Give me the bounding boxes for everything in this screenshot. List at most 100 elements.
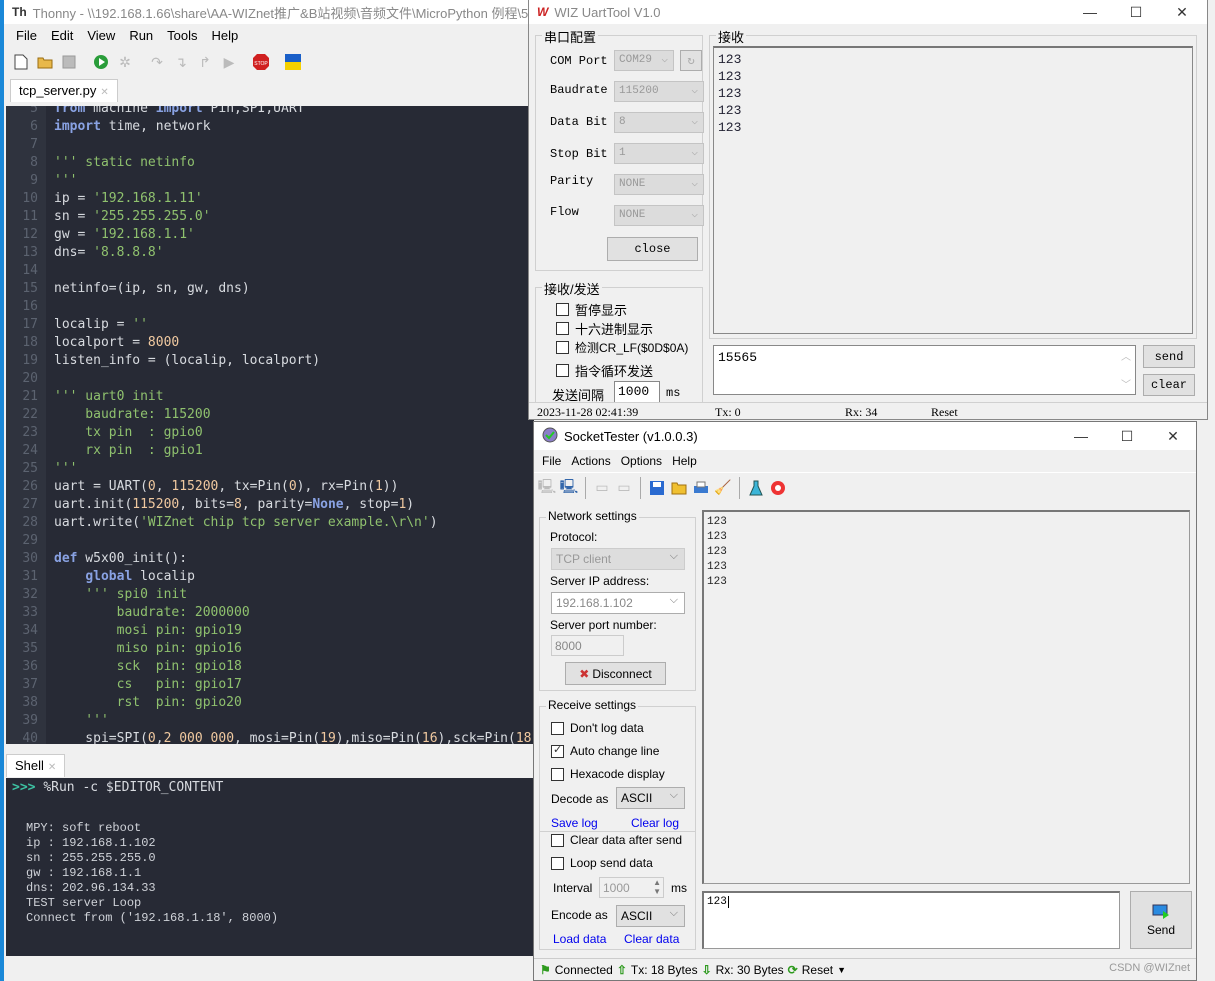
close-tab-icon[interactable]: ✕ xyxy=(48,762,56,773)
debug-icon[interactable]: ✲ xyxy=(116,53,134,71)
stop-send-icon[interactable]: ▭ xyxy=(615,479,633,497)
help-lifebuoy-icon[interactable] xyxy=(769,479,787,497)
close-tab-icon[interactable]: ✕ xyxy=(100,87,108,98)
save-icon[interactable] xyxy=(648,479,666,497)
new-file-icon[interactable] xyxy=(12,53,30,71)
detect-crlf-checkbox[interactable]: 检测CR_LF($0D$0A) xyxy=(556,339,688,356)
line-number: 10 xyxy=(22,191,38,206)
flow-select[interactable]: NONE xyxy=(614,205,704,226)
send-toolbar-icon[interactable]: ▭ xyxy=(593,479,611,497)
port-input[interactable]: 8000 xyxy=(551,635,624,656)
protocol-select[interactable]: TCP client xyxy=(551,548,685,570)
flow-label: Flow xyxy=(550,205,579,219)
disconnect-icon[interactable]: 🖳 xyxy=(560,478,579,497)
menu-help[interactable]: Help xyxy=(206,28,247,43)
close-port-button[interactable]: close xyxy=(607,237,698,261)
print-icon[interactable] xyxy=(692,479,710,497)
menu-run[interactable]: Run xyxy=(123,28,161,43)
open-file-icon[interactable] xyxy=(36,53,54,71)
sock-receive-area[interactable]: 123 123 123 123 123 xyxy=(702,510,1190,884)
close-icon[interactable]: ✕ xyxy=(1159,0,1205,24)
save-icon[interactable] xyxy=(60,53,78,71)
scroll-down-icon[interactable]: ﹀ xyxy=(1121,376,1131,392)
menu-file[interactable]: File xyxy=(540,454,569,468)
stop-icon[interactable]: STOP xyxy=(252,53,270,71)
refresh-port-button[interactable]: ↻ xyxy=(680,50,702,71)
stopbit-select[interactable]: 1 xyxy=(614,143,704,164)
interval-input[interactable]: 1000 ▲ ▼ xyxy=(599,877,664,898)
close-icon[interactable]: ✕ xyxy=(1150,422,1196,450)
uart-send-input[interactable]: 15565 ︿ ﹀ xyxy=(713,345,1136,395)
status-tx: Tx: 0 xyxy=(715,405,741,419)
run-icon[interactable] xyxy=(92,53,110,71)
menu-help[interactable]: Help xyxy=(670,454,705,468)
open-folder-icon[interactable] xyxy=(670,479,688,497)
status-reset[interactable]: Reset xyxy=(931,405,958,420)
reset-icon: ⟳ xyxy=(787,962,798,977)
line-number: 15 xyxy=(22,281,38,296)
test-flask-icon[interactable] xyxy=(747,479,765,497)
minimize-icon[interactable]: — xyxy=(1067,0,1113,24)
code-line: 30 def w5x00_init(): xyxy=(6,550,534,568)
tab-tcp-server[interactable]: tcp_server.py ✕ xyxy=(10,79,118,102)
receive-send-group: 接收/发送 暂停显示 十六进制显示 检测CR_LF($0D$0A) 指令循环发送… xyxy=(535,279,703,403)
hexacode-checkbox[interactable]: Hexacode display xyxy=(551,767,665,781)
com-port-select[interactable]: COM29 xyxy=(614,50,674,71)
reset-dropdown-icon[interactable]: ▼ xyxy=(837,965,846,975)
interval-input[interactable]: 1000 xyxy=(614,381,660,403)
load-data-link[interactable]: Load data xyxy=(553,932,606,946)
auto-change-line-checkbox[interactable]: Auto change line xyxy=(551,743,659,758)
baudrate-select[interactable]: 115200 xyxy=(614,81,704,102)
sock-send-input[interactable]: 123 xyxy=(702,891,1120,949)
status-reset[interactable]: Reset xyxy=(802,963,833,977)
parity-select[interactable]: NONE xyxy=(614,174,704,195)
menu-view[interactable]: View xyxy=(81,28,123,43)
sock-send-button[interactable]: Send xyxy=(1130,891,1192,949)
code-line: 32 ''' spi0 init xyxy=(6,586,534,604)
loop-send-checkbox[interactable]: 指令循环发送 xyxy=(556,361,653,380)
menu-tools[interactable]: Tools xyxy=(161,28,205,43)
clear-log-link[interactable]: Clear log xyxy=(631,816,679,830)
decode-select[interactable]: ASCII xyxy=(616,787,685,809)
pause-display-checkbox[interactable]: 暂停显示 xyxy=(556,300,627,319)
code-line: 37 cs pin: gpio17 xyxy=(6,676,534,694)
clear-after-send-checkbox[interactable]: Clear data after send xyxy=(551,833,682,847)
spinner-icon[interactable]: ▲ ▼ xyxy=(653,878,661,896)
scroll-up-icon[interactable]: ︿ xyxy=(1121,348,1131,364)
code-text: def w5x00_init(): xyxy=(54,551,188,566)
shell-console[interactable]: >>> %Run -c $EDITOR_CONTENT MPY: soft re… xyxy=(6,778,534,956)
code-text: gw = '192.168.1.1' xyxy=(54,227,195,242)
uart-receive-area[interactable]: 123 123 123 123 123 xyxy=(713,46,1193,334)
clear-broom-icon[interactable]: 🧹 xyxy=(714,479,732,497)
maximize-icon[interactable]: ☐ xyxy=(1104,422,1150,450)
ukraine-flag-icon[interactable] xyxy=(284,53,302,71)
line-number: 7 xyxy=(30,137,38,152)
disconnect-button[interactable]: ✖ Disconnect xyxy=(565,662,666,685)
clear-data-link[interactable]: Clear data xyxy=(624,932,679,946)
step-over-icon[interactable]: ↷ xyxy=(148,53,166,71)
loop-send-checkbox[interactable]: Loop send data xyxy=(551,856,653,870)
code-line: 11 sn = '255.255.255.0' xyxy=(6,208,534,226)
line-number: 33 xyxy=(22,605,38,620)
hex-display-checkbox[interactable]: 十六进制显示 xyxy=(556,319,653,338)
menu-edit[interactable]: Edit xyxy=(45,28,81,43)
server-ip-input[interactable]: 192.168.1.102 xyxy=(551,592,685,614)
step-into-icon[interactable]: ↴ xyxy=(172,53,190,71)
uart-clear-button[interactable]: clear xyxy=(1143,374,1195,396)
connect-icon[interactable]: 🖳 xyxy=(538,478,557,497)
menu-options[interactable]: Options xyxy=(619,454,670,468)
maximize-icon[interactable]: ☐ xyxy=(1113,0,1159,24)
line-number: 38 xyxy=(22,695,38,710)
step-out-icon[interactable]: ↱ xyxy=(196,53,214,71)
code-editor[interactable]: 5 from machine import Pin,SPI,UART 6 import… xyxy=(6,106,534,744)
menu-actions[interactable]: Actions xyxy=(569,454,618,468)
dont-log-checkbox[interactable]: Don't log data xyxy=(551,721,644,735)
resume-icon[interactable]: ▶ xyxy=(220,53,238,71)
tab-shell[interactable]: Shell ✕ xyxy=(6,754,66,777)
minimize-icon[interactable]: — xyxy=(1058,422,1104,450)
save-log-link[interactable]: Save log xyxy=(551,816,598,830)
encode-select[interactable]: ASCII xyxy=(616,905,685,927)
databit-select[interactable]: 8 xyxy=(614,112,704,133)
menu-file[interactable]: File xyxy=(10,28,45,43)
uart-send-button[interactable]: send xyxy=(1143,345,1195,368)
